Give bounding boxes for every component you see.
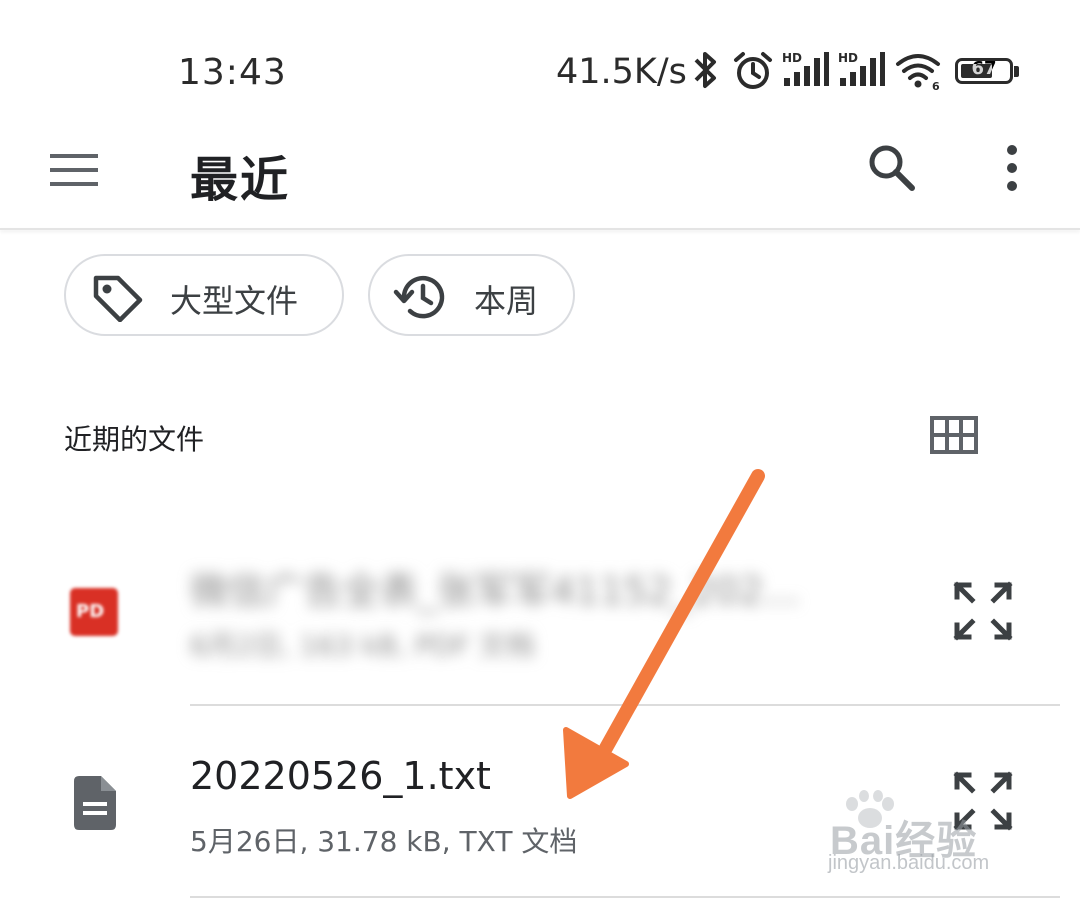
battery-icon: 67 — [955, 58, 1013, 84]
chip-large-files-label: 大型文件 — [170, 282, 299, 320]
more-vert-icon[interactable] — [1000, 144, 1024, 192]
menu-icon[interactable] — [50, 150, 98, 190]
chip-large-files[interactable]: 大型文件 — [64, 254, 344, 336]
page-title: 最近 — [190, 152, 291, 208]
tag-icon — [93, 275, 143, 322]
file-name: 20220526_1.txt — [190, 754, 491, 798]
file-meta: 6月2日, 163 kB, PDF 文档 — [190, 629, 535, 662]
list-item[interactable]: PD 微信广告全表_张军军41152_202... 6月2日, 163 kB, … — [0, 540, 1080, 700]
status-time: 13:43 — [178, 52, 287, 93]
document-icon — [74, 776, 116, 830]
file-meta: 5月26日, 31.78 kB, TXT 文档 — [190, 825, 578, 858]
history-icon — [393, 275, 445, 319]
wifi-icon: 6 — [896, 54, 940, 92]
app-bar-divider — [0, 228, 1080, 230]
watermark-url: jingyan.baidu.com — [828, 852, 990, 874]
expand-icon[interactable] — [950, 580, 1016, 642]
bluetooth-icon — [694, 52, 716, 88]
pdf-icon: PD — [70, 588, 118, 636]
net-speed: 41.5K/s — [556, 52, 687, 92]
search-icon[interactable] — [866, 142, 918, 194]
chip-this-week[interactable]: 本周 — [368, 254, 575, 336]
svg-text:HD: HD — [838, 51, 858, 65]
status-bar: 13:43 41.5K/s HD HD 6 67 — [0, 0, 1080, 130]
app-bar: 最近 — [0, 118, 1080, 230]
svg-text:HD: HD — [782, 51, 802, 65]
chip-this-week-label: 本周 — [474, 282, 539, 320]
section-title: 近期的文件 — [64, 423, 205, 456]
hd-signal-icon: HD — [782, 51, 829, 86]
svg-text:6: 6 — [932, 80, 940, 92]
grid-view-icon[interactable] — [930, 416, 978, 456]
hd-signal-icon: HD — [838, 51, 885, 86]
file-name: 微信广告全表_张军军41152_202... — [190, 569, 800, 613]
battery-cap — [1014, 66, 1019, 77]
alarm-icon — [734, 52, 772, 89]
list-divider — [190, 896, 1060, 898]
battery-percent: 67 — [971, 58, 997, 79]
